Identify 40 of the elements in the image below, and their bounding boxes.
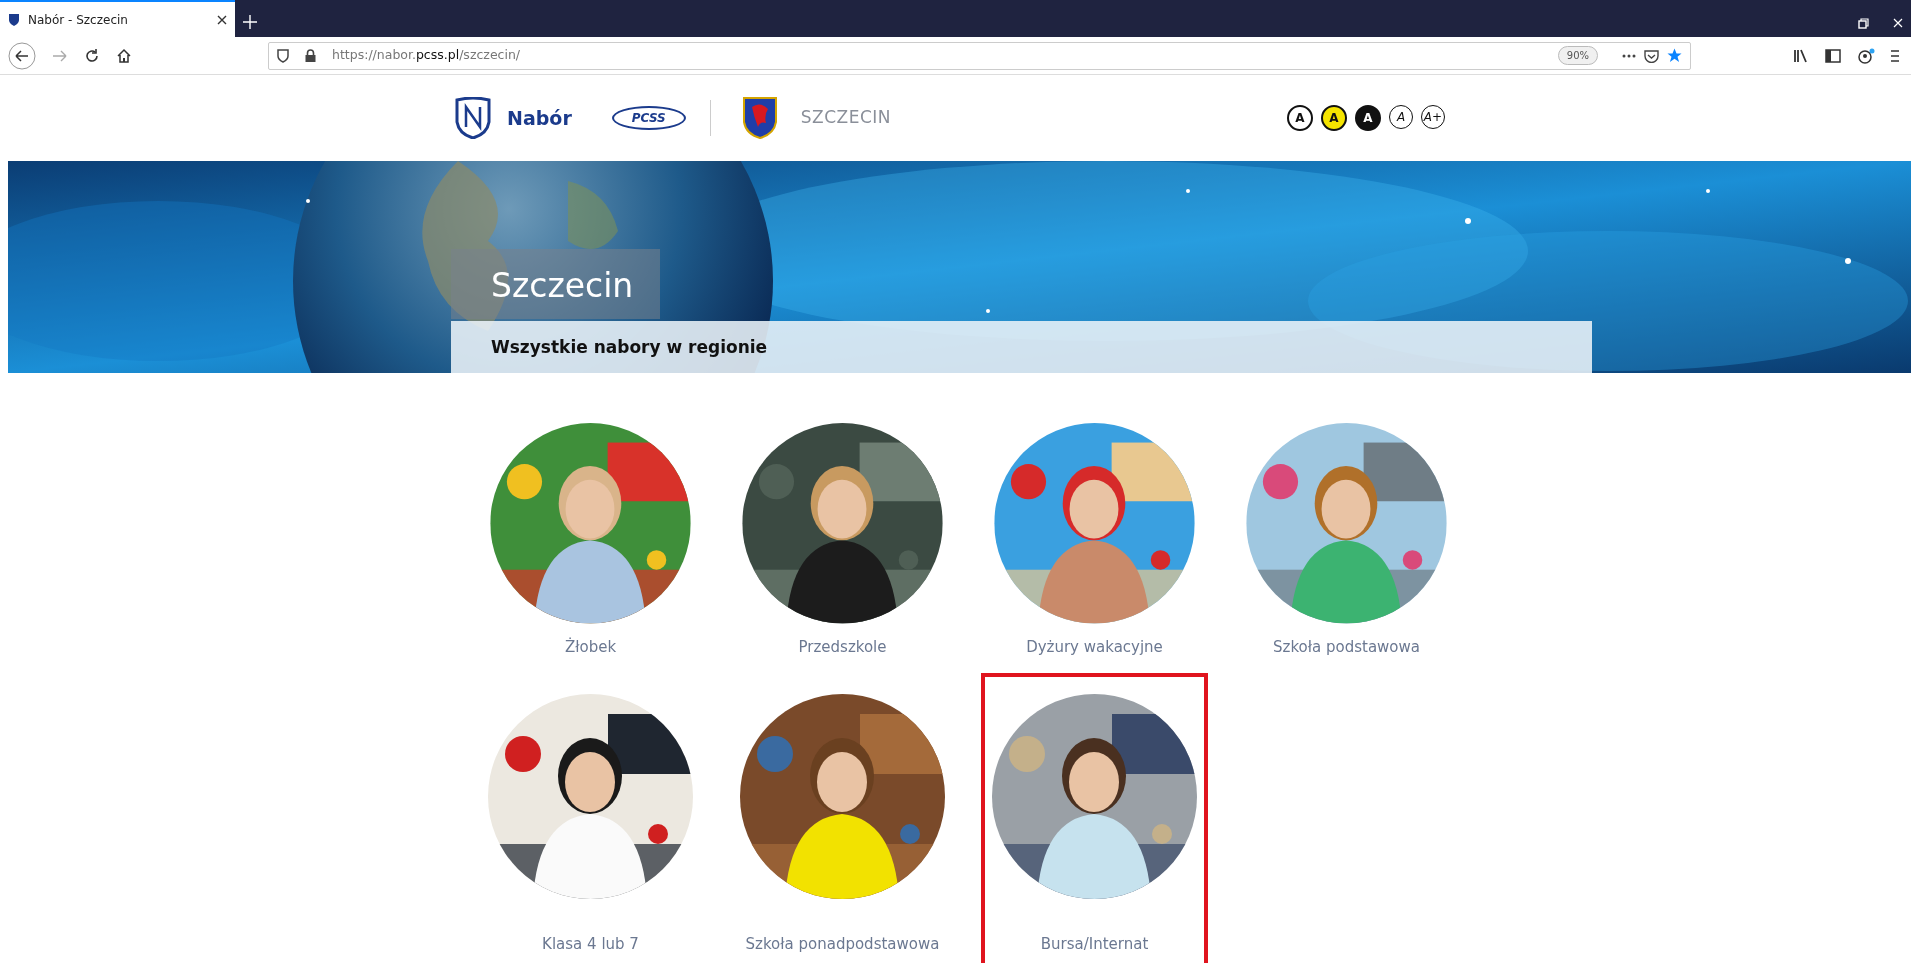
brand-name[interactable]: Nabór [507,103,572,133]
close-icon[interactable] [217,14,227,25]
pocket-icon[interactable] [1644,48,1659,63]
contrast-button[interactable]: A [1355,105,1381,131]
account-icon[interactable] [1857,47,1875,64]
new-tab-icon[interactable] [243,15,257,29]
contrast-button[interactable]: A+ [1421,105,1445,129]
category-link[interactable]: Dyżury wakacyjne [1026,635,1163,658]
category-link[interactable]: Przedszkole [798,635,887,658]
city-name: SZCZECIN [800,106,892,130]
lock-icon [305,49,316,62]
category-link[interactable]: Bursa/Internat [1040,933,1149,956]
address-bar[interactable]: https://nabor.pcss.pl/szczecin/ 90% [268,41,1691,70]
sidebar-icon[interactable] [1825,48,1841,63]
category-link[interactable]: Klasa 4 lub 7 [542,933,639,956]
coat-of-arms-icon [742,97,777,139]
menu-icon[interactable] [1891,48,1899,63]
more-icon[interactable] [1622,53,1636,58]
shield-icon [8,13,20,26]
home-icon[interactable] [116,47,132,64]
contrast-button[interactable]: A [1287,105,1313,131]
library-icon[interactable] [1793,48,1809,63]
url-text: https://nabor.pcss.pl/szczecin/ [332,46,521,65]
banner-subtitle: Wszystkie nabory w regionie [451,321,1592,373]
category-link[interactable]: Żłobek [564,635,617,658]
star-icon[interactable] [1667,48,1682,63]
restore-icon[interactable] [1858,18,1869,29]
category-link[interactable]: Szkoła ponadpodstawowa [745,933,940,956]
back-icon[interactable] [8,41,36,70]
shield-logo-icon [455,97,491,139]
reload-icon[interactable] [84,47,100,64]
contrast-button[interactable]: A [1321,105,1347,131]
browser-tab[interactable]: Nabór - Szczecin [0,0,235,37]
zoom-badge[interactable]: 90% [1557,46,1598,65]
contrast-button[interactable]: A [1389,105,1413,129]
category-link[interactable]: Szkoła podstawowa [1273,635,1420,658]
banner-title: Szczecin [451,249,660,319]
tab-title: Nabór - Szczecin [28,11,129,29]
partner-logo[interactable]: PCSS [611,106,686,130]
shield-icon [277,48,289,63]
